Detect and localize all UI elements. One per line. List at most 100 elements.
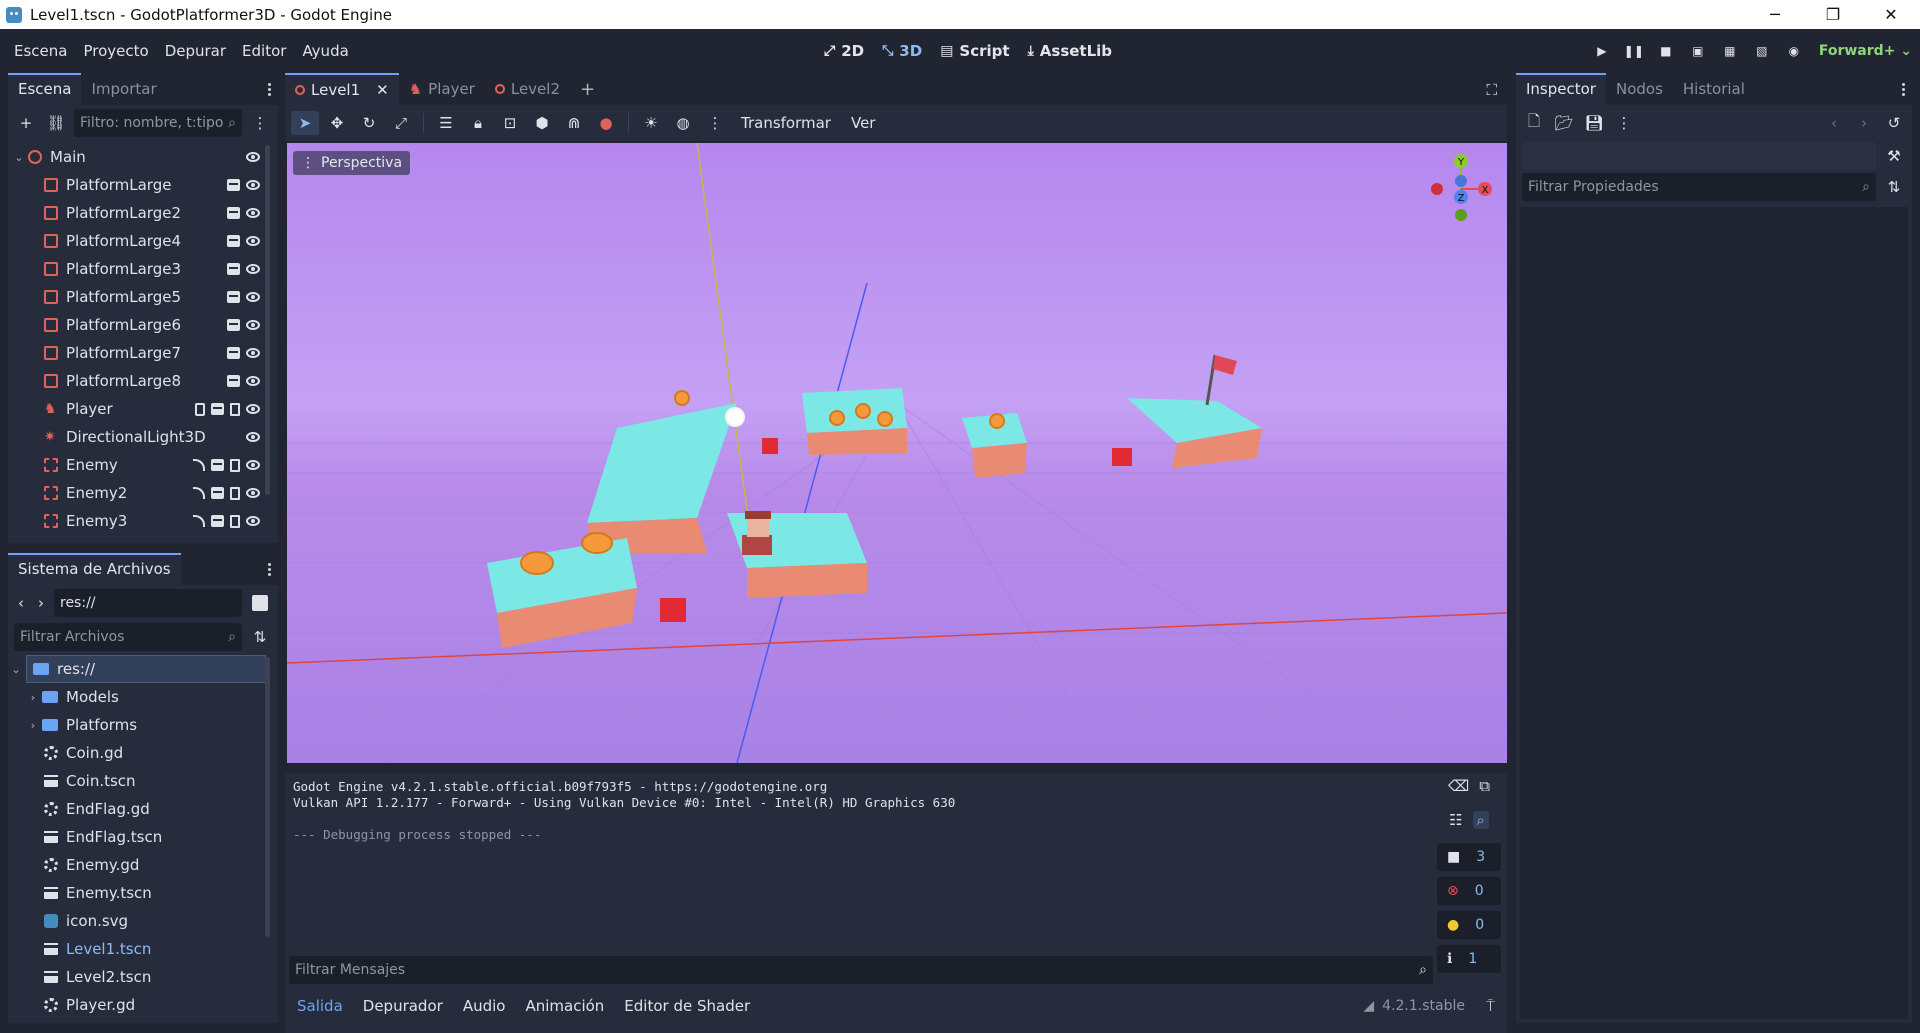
minimize-button[interactable]: ─ xyxy=(1746,0,1804,29)
new-scene-tab-button[interactable]: + xyxy=(570,73,605,105)
workspace-script-button[interactable]: ▤ Script xyxy=(934,42,1015,60)
path-field[interactable]: res:// xyxy=(54,589,242,617)
scale-mode-button[interactable]: ⤢ xyxy=(387,111,415,135)
file-row-endflag-gd[interactable]: EndFlag.gd xyxy=(8,795,278,823)
view-menu[interactable]: Ver xyxy=(843,114,884,132)
tree-row-platformlarge3[interactable]: PlatformLarge3 xyxy=(8,255,278,283)
file-tree-scrollbar[interactable] xyxy=(265,657,270,937)
tree-row-platformlarge4[interactable]: PlatformLarge4 xyxy=(8,227,278,255)
open-scene-icon[interactable] xyxy=(227,375,240,387)
close-tab-icon[interactable]: ✕ xyxy=(376,81,389,99)
expand-bottom-panel-button[interactable]: ⍑ xyxy=(1486,997,1495,1015)
tree-row-platformlarge5[interactable]: PlatformLarge5 xyxy=(8,283,278,311)
tab-animacion[interactable]: Animación xyxy=(517,997,612,1015)
workspace-assetlib-button[interactable]: ⤓ AssetLib xyxy=(1022,42,1118,60)
tree-row-platformlarge6[interactable]: PlatformLarge6 xyxy=(8,311,278,339)
group-icon[interactable] xyxy=(230,486,240,500)
menu-ayuda[interactable]: Ayuda xyxy=(294,42,356,60)
dock-menu-icon[interactable] xyxy=(268,561,272,578)
history-forward-button[interactable]: › xyxy=(1852,111,1876,135)
visibility-eye-icon[interactable] xyxy=(246,488,260,498)
file-row-player-gd[interactable]: Player.gd xyxy=(8,991,278,1019)
tree-row-platformlarge7[interactable]: PlatformLarge7 xyxy=(8,339,278,367)
open-scene-icon[interactable] xyxy=(227,347,240,359)
close-button[interactable]: ✕ xyxy=(1862,0,1920,29)
tree-row-player[interactable]: ♞ Player xyxy=(8,395,278,423)
tree-row-directionallight3d[interactable]: ✷ DirectionalLight3D xyxy=(8,423,278,451)
file-row-enemy-tscn[interactable]: Enemy.tscn xyxy=(8,879,278,907)
collapse-button[interactable]: ☷ xyxy=(1449,811,1462,829)
tree-row-platformlarge2[interactable]: PlatformLarge2 xyxy=(8,199,278,227)
signal-icon[interactable] xyxy=(193,487,205,499)
visibility-eye-icon[interactable] xyxy=(246,516,260,526)
visibility-eye-icon[interactable] xyxy=(246,236,260,246)
file-row-models[interactable]: › Models xyxy=(8,683,278,711)
visibility-eye-icon[interactable] xyxy=(246,432,260,442)
tab-inspector[interactable]: Inspector xyxy=(1516,73,1606,105)
script-attached-icon[interactable] xyxy=(195,402,205,416)
group-icon[interactable] xyxy=(230,458,240,472)
signal-icon[interactable] xyxy=(193,459,205,471)
toggle-split-button[interactable] xyxy=(248,591,272,615)
play-project-button[interactable]: ▶ xyxy=(1589,38,1615,64)
preview-camera-button[interactable]: ● xyxy=(592,111,620,135)
file-row-endflag-tscn[interactable]: EndFlag.tscn xyxy=(8,823,278,851)
inspector-options-button[interactable]: ⋮ xyxy=(1612,111,1636,135)
tab-historial[interactable]: Historial xyxy=(1673,73,1755,105)
tab-editor-de-shader[interactable]: Editor de Shader xyxy=(616,997,758,1015)
list-select-button[interactable]: ☰ xyxy=(432,111,460,135)
warnings-filter-button[interactable]: ● 0 xyxy=(1437,911,1501,939)
tree-row-platformlarge[interactable]: PlatformLarge xyxy=(8,171,278,199)
open-scene-icon[interactable] xyxy=(211,487,224,499)
open-scene-icon[interactable] xyxy=(227,291,240,303)
tab-depurador[interactable]: Depurador xyxy=(355,997,451,1015)
messages-filter-button[interactable]: ■ 3 xyxy=(1437,843,1501,871)
tree-row-enemy3[interactable]: Enemy3 xyxy=(8,507,278,535)
errors-filter-button[interactable]: ⊗ 0 xyxy=(1437,877,1501,905)
rotate-mode-button[interactable]: ↻ xyxy=(355,111,383,135)
open-scene-icon[interactable] xyxy=(211,459,224,471)
tab-salida[interactable]: Salida xyxy=(289,997,351,1015)
visibility-eye-icon[interactable] xyxy=(246,404,260,414)
save-resource-button[interactable]: 💾︎ xyxy=(1582,111,1606,135)
transform-menu[interactable]: Transformar xyxy=(733,114,839,132)
scene-tree-scrollbar[interactable] xyxy=(265,145,270,495)
filter-toggle-button[interactable]: ⌕ xyxy=(1472,811,1489,829)
file-row-coin-gd[interactable]: Coin.gd xyxy=(8,739,278,767)
visibility-eye-icon[interactable] xyxy=(246,264,260,274)
open-scene-icon[interactable] xyxy=(227,235,240,247)
tree-row-enemy2[interactable]: Enemy2 xyxy=(8,479,278,507)
visibility-eye-icon[interactable] xyxy=(246,320,260,330)
workspace-2d-button[interactable]: ⤢ 2D xyxy=(818,42,870,60)
scene-tab-player[interactable]: ♞ Player xyxy=(399,73,485,105)
file-row-res-root[interactable]: ⌄ res:// xyxy=(11,655,266,683)
preview-sun-button[interactable]: ☀ xyxy=(637,111,665,135)
file-row-level2-tscn[interactable]: Level2.tscn xyxy=(8,963,278,991)
play-custom-scene-button[interactable]: ▧ xyxy=(1749,38,1775,64)
play-scene-button[interactable]: ▦ xyxy=(1717,38,1743,64)
add-node-button[interactable]: + xyxy=(14,111,38,135)
menu-editor[interactable]: Editor xyxy=(234,42,294,60)
maximize-button[interactable]: ❐ xyxy=(1804,0,1862,29)
instance-scene-button[interactable]: ⛓ xyxy=(44,111,68,135)
viewport-options-button[interactable]: ⋮ xyxy=(701,111,729,135)
dock-menu-icon[interactable] xyxy=(268,81,272,98)
visibility-eye-icon[interactable] xyxy=(246,348,260,358)
tree-row-platformlarge8[interactable]: PlatformLarge8 xyxy=(8,367,278,395)
file-row-level1-tscn[interactable]: Level1.tscn xyxy=(8,935,278,963)
file-row-icon-svg[interactable]: icon.svg xyxy=(8,907,278,935)
snap-button[interactable]: ⋒ xyxy=(560,111,588,135)
visibility-eye-icon[interactable] xyxy=(246,376,260,386)
tab-nodos[interactable]: Nodos xyxy=(1606,73,1673,105)
open-scene-icon[interactable] xyxy=(227,319,240,331)
group-icon[interactable] xyxy=(230,402,240,416)
clear-output-button[interactable]: ⌫ xyxy=(1448,777,1469,795)
sort-button[interactable]: ⇅ xyxy=(248,625,272,649)
forward-button[interactable]: › xyxy=(34,591,48,615)
menu-depurar[interactable]: Depurar xyxy=(157,42,234,60)
tab-audio[interactable]: Audio xyxy=(455,997,514,1015)
visibility-eye-icon[interactable] xyxy=(246,460,260,470)
open-scene-icon[interactable] xyxy=(227,263,240,275)
dock-menu-icon[interactable] xyxy=(1902,81,1906,98)
group-button[interactable]: ⊡ xyxy=(496,111,524,135)
